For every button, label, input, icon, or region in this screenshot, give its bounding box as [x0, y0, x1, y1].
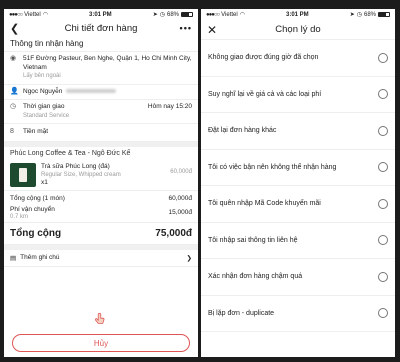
radio-button[interactable] [378, 125, 388, 136]
item-quantity: x1 [41, 178, 48, 186]
location-icon: ➤ [152, 12, 158, 18]
battery-icon [181, 12, 193, 17]
alarm-icon: ◷ [356, 12, 362, 18]
item-name: Trà sữa Phúc Long (đá) [41, 162, 110, 170]
address-row: ◉ 51F Đường Pasteur, Ben Nghe, Quận 1, H… [4, 52, 198, 85]
header: ❮ Chi tiết đơn hàng ••• [4, 20, 198, 36]
reason-option[interactable]: Tôi nhập sai thông tin liên hệ [201, 223, 395, 259]
status-bar: ●●●○○ Viettel ◠ 3:01 PM ➤ ◷ 68% [201, 9, 395, 20]
person-icon: 👤 [10, 87, 19, 95]
carrier-label: Viettel [221, 11, 238, 18]
reason-label: Suy nghĩ lại về giá cả và các loại phí [208, 90, 322, 98]
payment-row: 8 Tiền mặt [4, 124, 198, 142]
subtotal-value: 60,000đ [168, 194, 193, 202]
reason-option[interactable]: Suy nghĩ lại về giá cả và các loại phí [201, 77, 395, 113]
cancel-reason-screen: ●●●○○ Viettel ◠ 3:01 PM ➤ ◷ 68% ✕ Chọn lý do… [201, 9, 395, 357]
item-price: 60,000đ [170, 168, 192, 175]
clock: 3:01 PM [285, 11, 309, 18]
battery-percent: 68% [363, 11, 376, 18]
chevron-right-icon: ❯ [186, 254, 192, 262]
radio-button[interactable] [378, 52, 388, 63]
reason-label: Tôi có việc bận nên không thể nhận hàng [208, 163, 337, 171]
status-bar: ●●●○○ Viettel ◠ 3:01 PM ➤ ◷ 68% [4, 9, 198, 20]
reason-option[interactable]: Tôi có việc bận nên không thể nhận hàng [201, 150, 395, 186]
tap-hand-icon [95, 313, 105, 324]
add-note-row[interactable]: ▤ Thêm ghi chú ❯ [4, 250, 198, 267]
page-title: Chi tiết đơn hàng [64, 22, 138, 34]
customer-row: 👤 Ngọc Nguyễn [4, 85, 198, 100]
radio-button[interactable] [378, 235, 388, 246]
radio-button[interactable] [378, 162, 388, 173]
alarm-icon: ◷ [159, 12, 165, 18]
address-sub: Lấy bên ngoài [23, 73, 61, 79]
customer-name: Ngọc Nguyễn [23, 87, 63, 95]
reason-list: Không giao được đúng giờ đã chọn Suy ngh… [201, 40, 395, 332]
shipping-label: Phí vận chuyển [10, 205, 55, 213]
back-icon[interactable]: ❮ [10, 22, 19, 35]
radio-button[interactable] [378, 308, 388, 319]
payment-method: Tiền mặt [23, 128, 49, 135]
battery-icon [378, 12, 390, 17]
carrier-label: Viettel [24, 11, 41, 18]
total-value: 75,000đ [155, 227, 192, 239]
time-label: Thời gian giao [23, 103, 65, 110]
header: ✕ Chọn lý do [201, 20, 395, 40]
battery-percent: 68% [166, 11, 179, 18]
reason-label: Không giao được đúng giờ đã chọn [208, 54, 319, 62]
subtotal-label: Tổng cộng (1 món) [10, 194, 65, 202]
shop-name: Phúc Long Coffee & Tea - Ngô Đức Kế [10, 149, 131, 157]
order-item: Trà sữa Phúc Long (đá) Regular Size, Whi… [4, 160, 198, 190]
note-icon: ▤ [10, 254, 17, 262]
reason-option[interactable]: Đặt lại đơn hàng khác [201, 113, 395, 150]
reason-option[interactable]: Không giao được đúng giờ đã chọn [201, 40, 395, 77]
address-text: 51F Đường Pasteur, Ben Nghe, Quận 1, Ho … [23, 55, 192, 71]
reason-label: Xác nhận đơn hàng chậm quá [208, 273, 303, 281]
signal-icon: ●●●○○ [9, 11, 23, 18]
order-detail-screen: ●●●○○ Viettel ◠ 3:01 PM ➤ ◷ 68% ❮ Chi tiết đ… [4, 9, 198, 357]
more-icon[interactable]: ••• [180, 23, 192, 33]
reason-option[interactable]: Tôi quên nhập Mã Code khuyến mãi [201, 186, 395, 223]
close-icon[interactable]: ✕ [207, 23, 217, 37]
product-image [10, 162, 36, 187]
reason-label: Bị lặp đơn - duplicate [208, 309, 275, 317]
wifi-icon: ◠ [42, 12, 48, 18]
cash-icon: 8 [10, 128, 14, 135]
radio-button[interactable] [378, 89, 388, 100]
time-row: ◷ Thời gian giao Hôm nay 15:20 Standard Se… [4, 100, 198, 124]
wifi-icon: ◠ [239, 12, 245, 18]
reason-option[interactable]: Bị lặp đơn - duplicate [201, 296, 395, 332]
signal-icon: ●●●○○ [206, 11, 220, 18]
cancel-button[interactable]: Hủy [12, 334, 190, 352]
subtotal-row: Tổng cộng (1 món) 60,000đ [4, 189, 198, 204]
time-sub: Standard Service [23, 112, 70, 119]
shipping-row: Phí vận chuyển 0.7 km 15,000đ [4, 204, 198, 222]
radio-button[interactable] [378, 198, 388, 209]
add-note-label: Thêm ghi chú [20, 254, 60, 261]
page-title: Chọn lý do [275, 24, 321, 35]
shipping-distance: 0.7 km [10, 213, 29, 220]
reason-label: Tôi quên nhập Mã Code khuyến mãi [208, 200, 321, 208]
radio-button[interactable] [378, 271, 388, 282]
time-value: Hôm nay 15:20 [147, 103, 192, 110]
delivery-info-heading: Thông tin nhận hàng [4, 36, 198, 52]
pin-icon: ◉ [10, 55, 17, 62]
clock-icon: ◷ [10, 103, 17, 110]
phone-number-redacted [66, 88, 117, 93]
reason-label: Tôi nhập sai thông tin liên hệ [208, 236, 298, 244]
reason-option[interactable]: Xác nhận đơn hàng chậm quá [201, 259, 395, 296]
item-options: Regular Size, Whipped cream [41, 171, 121, 178]
shipping-value: 15,000đ [168, 209, 193, 216]
total-label: Tổng cộng [10, 227, 62, 239]
clock: 3:01 PM [88, 11, 112, 18]
location-icon: ➤ [349, 12, 355, 18]
total-row: Tổng cộng 75,000đ [4, 221, 198, 245]
reason-label: Đặt lại đơn hàng khác [208, 127, 277, 135]
